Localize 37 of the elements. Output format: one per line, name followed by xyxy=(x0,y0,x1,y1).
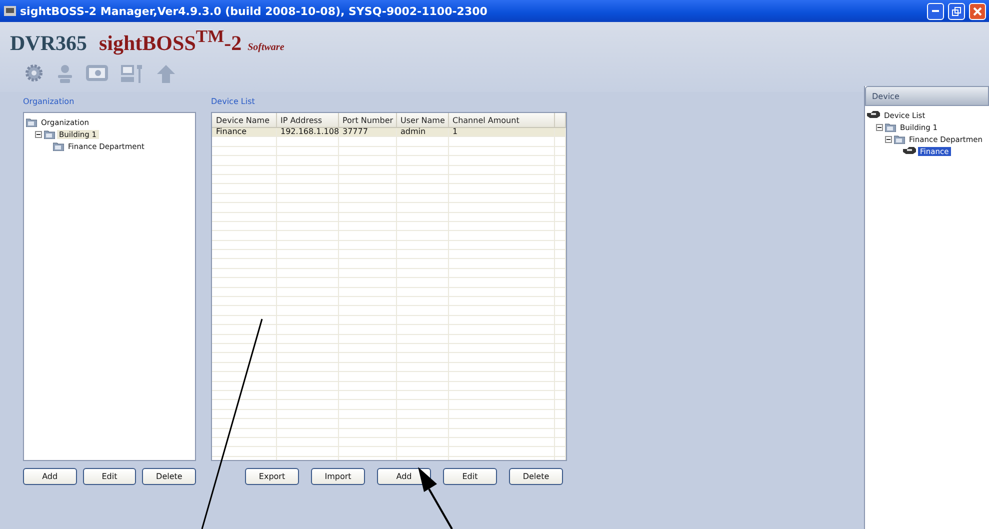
column-header[interactable]: Port Number xyxy=(338,113,396,128)
column-header[interactable]: User Name xyxy=(396,113,448,128)
collapse-toggle[interactable] xyxy=(35,130,42,138)
folder-icon xyxy=(26,118,37,126)
folder-icon xyxy=(53,142,64,150)
action-button[interactable]: Export xyxy=(245,468,299,485)
folder-icon xyxy=(894,134,905,144)
column-header[interactable]: Device Name xyxy=(212,113,276,128)
window-title: sightBOSS-2 Manager,Ver4.9.3.0 (build 2008-10-08), SYSQ-9002-1100-2300 xyxy=(20,4,488,18)
collapse-toggle[interactable] xyxy=(885,136,892,142)
minimize-button[interactable] xyxy=(927,2,944,20)
restore-button[interactable] xyxy=(948,2,965,20)
folder-icon xyxy=(44,130,55,138)
gear-icon[interactable] xyxy=(24,64,44,82)
column-header[interactable]: IP Address xyxy=(276,113,338,128)
minimize-icon xyxy=(932,10,939,12)
column-header[interactable]: Channel Amount xyxy=(448,113,554,128)
action-button[interactable]: Delete xyxy=(509,468,563,485)
table-cell: Finance xyxy=(212,128,276,137)
action-button[interactable]: Delete xyxy=(142,468,196,485)
action-button[interactable]: Edit xyxy=(443,468,497,485)
app-icon xyxy=(4,6,16,16)
section-heading: Organization xyxy=(23,96,76,108)
folder-icon xyxy=(885,122,896,132)
product-name: sightBOSS$^{TM}$-2 Software xyxy=(99,26,284,56)
camera-icon xyxy=(903,147,916,155)
action-button[interactable]: Add xyxy=(23,468,77,485)
brand-name: DVR365 xyxy=(10,31,87,56)
close-button[interactable] xyxy=(969,2,986,20)
panel-title: Device xyxy=(872,92,900,100)
action-button[interactable]: Edit xyxy=(82,468,136,485)
restore-icon xyxy=(952,6,961,16)
section-heading: Device List xyxy=(211,96,256,108)
camera-icon xyxy=(867,111,880,119)
close-icon xyxy=(973,6,982,16)
action-button[interactable]: Import xyxy=(311,468,365,485)
collapse-toggle[interactable] xyxy=(876,124,883,130)
